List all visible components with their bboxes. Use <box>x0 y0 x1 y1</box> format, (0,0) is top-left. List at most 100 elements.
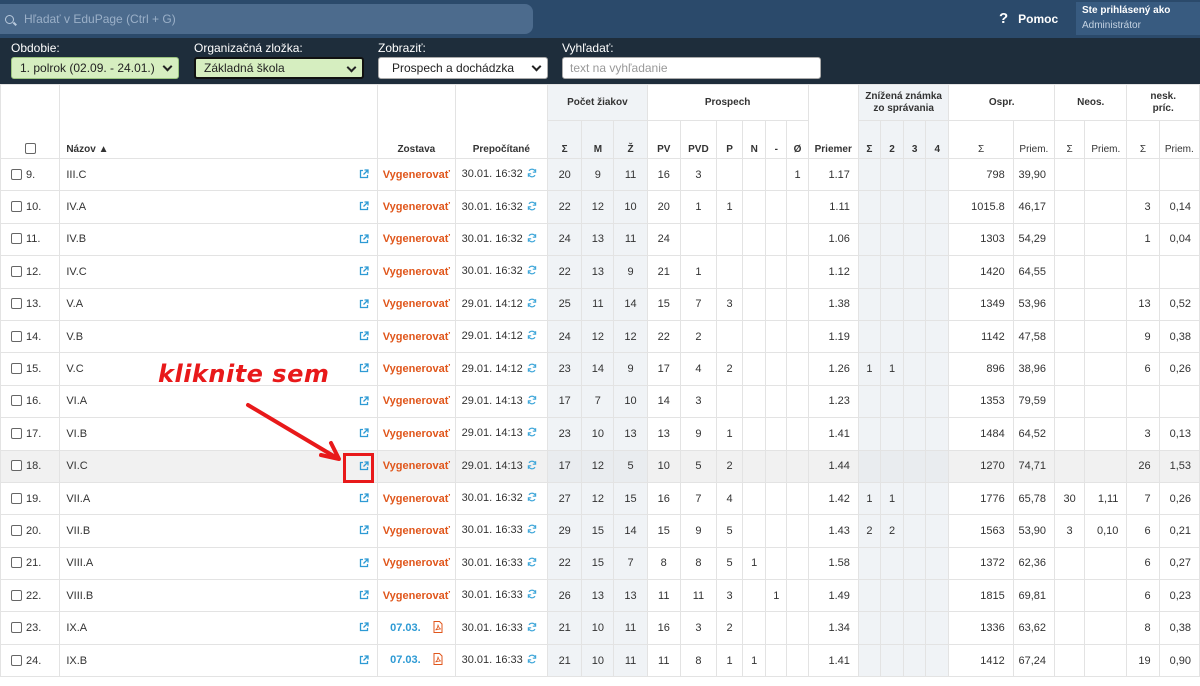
generate-report-link[interactable]: Vygenerovať <box>379 201 454 213</box>
generate-report-link[interactable]: Vygenerovať <box>379 525 454 537</box>
row-checkbox[interactable] <box>11 460 22 472</box>
open-external-icon[interactable] <box>359 298 369 309</box>
org-select[interactable]: Základná škola <box>194 57 364 79</box>
cell-s: 26 <box>547 579 583 613</box>
generate-report-link[interactable]: Vygenerovať <box>379 493 454 505</box>
late-group-line1: nesk. <box>1150 90 1176 102</box>
generate-report-link[interactable]: Vygenerovať <box>379 428 454 440</box>
row-checkbox[interactable] <box>11 524 22 536</box>
refresh-icon[interactable] <box>527 395 537 408</box>
generate-report-link[interactable]: Vygenerovať <box>379 590 454 602</box>
table-row[interactable]: 18. VI.C Vygenerovať 29.01. 14:13 17 12 5 10 5 2 1… <box>0 449 1200 483</box>
table-row[interactable]: 17. VI.B Vygenerovať 29.01. 14:13 23 10 13 13 9 1… <box>0 417 1200 451</box>
generate-report-link[interactable]: Vygenerovať <box>379 460 454 472</box>
cell-o <box>786 546 809 581</box>
refresh-icon[interactable] <box>527 233 537 246</box>
help-icon: ? <box>999 10 1009 27</box>
refresh-icon[interactable] <box>527 589 537 602</box>
row-checkbox[interactable] <box>11 363 22 375</box>
open-external-icon[interactable] <box>359 234 369 244</box>
table-row[interactable]: 14. V.B Vygenerovať 29.01. 14:12 24 12 12 22 2 1.… <box>0 319 1200 354</box>
generate-report-link[interactable]: Vygenerovať <box>379 331 454 343</box>
refresh-icon[interactable] <box>527 622 537 635</box>
refresh-icon[interactable] <box>527 363 537 376</box>
report-cell: Vygenerovať <box>377 157 456 192</box>
open-external-icon[interactable] <box>359 266 369 276</box>
refresh-icon[interactable] <box>527 427 537 440</box>
row-checkbox[interactable] <box>11 427 22 439</box>
refresh-icon[interactable] <box>527 168 537 181</box>
refresh-icon[interactable] <box>527 330 537 343</box>
cell-osum: 1303 <box>948 222 1014 257</box>
table-row[interactable]: 21. VIII.A Vygenerovať 30.01. 16:33 22 15 7 8 8 5… <box>0 546 1200 581</box>
table-row[interactable]: 24. IX.B 07.03. 30.01. 16:33 21 10 11 11 8 1 1 1.41… <box>0 643 1200 678</box>
row-checkbox[interactable] <box>11 168 22 180</box>
row-checkbox[interactable] <box>11 330 22 342</box>
generate-report-link[interactable]: Vygenerovať <box>379 298 454 310</box>
row-checkbox[interactable] <box>11 622 22 634</box>
table-row[interactable]: 11. IV.B Vygenerovať 30.01. 16:32 24 13 11 24 1.… <box>0 222 1200 257</box>
pdf-icon[interactable] <box>433 653 443 668</box>
row-checkbox[interactable] <box>11 589 22 601</box>
open-external-icon[interactable] <box>359 363 369 373</box>
refresh-icon[interactable] <box>527 298 537 311</box>
generate-report-link[interactable]: Vygenerovať <box>379 395 454 407</box>
open-external-icon[interactable] <box>359 169 369 179</box>
row-checkbox[interactable] <box>11 654 22 666</box>
generate-report-link[interactable]: Vygenerovať <box>379 266 454 278</box>
row-index-cell: 19. <box>0 481 61 516</box>
generate-report-link[interactable]: Vygenerovať <box>379 169 454 181</box>
pdf-icon[interactable] <box>433 620 443 636</box>
table-row[interactable]: 20. VII.B Vygenerovať 30.01. 16:33 29 15 14 15 9… <box>0 514 1200 548</box>
generate-report-link[interactable]: Vygenerovať <box>379 557 454 569</box>
recalc-cell: 30.01. 16:33 <box>454 579 549 613</box>
select-all-checkbox[interactable] <box>24 143 36 154</box>
global-search-input[interactable]: Hľadať v EduPage (Ctrl + G) <box>0 4 533 34</box>
open-external-icon[interactable] <box>359 331 369 341</box>
row-checkbox[interactable] <box>11 265 22 277</box>
open-external-icon[interactable] <box>359 396 369 406</box>
open-external-icon[interactable] <box>359 493 369 503</box>
show-select[interactable]: Prospech a dochádzka <box>378 57 548 79</box>
open-external-icon[interactable] <box>359 622 369 632</box>
refresh-icon[interactable] <box>527 524 537 537</box>
refresh-icon[interactable] <box>527 654 537 667</box>
open-external-icon[interactable] <box>359 558 369 568</box>
period-select[interactable]: 1. polrok (02.09. - 24.01.) <box>11 57 179 79</box>
search-input[interactable]: text na vyhľadanie <box>562 57 821 79</box>
user-menu[interactable]: Ste prihlásený ako Administrátor <box>1076 2 1200 35</box>
name-header[interactable]: Názov ▲ <box>59 84 379 159</box>
open-external-icon[interactable] <box>359 201 369 211</box>
report-date-link[interactable]: 07.03. <box>390 622 421 634</box>
row-checkbox[interactable] <box>11 557 22 569</box>
table-row[interactable]: 12. IV.C Vygenerovať 30.01. 16:32 22 13 9 21 1 1.… <box>0 255 1200 289</box>
report-date-link[interactable]: 07.03. <box>390 654 421 666</box>
table-row[interactable]: 10. IV.A Vygenerovať 30.01. 16:32 22 12 10 20 1 1… <box>0 190 1200 224</box>
refresh-icon[interactable] <box>527 460 537 473</box>
row-checkbox[interactable] <box>11 492 22 504</box>
table-row[interactable]: 23. IX.A 07.03. 30.01. 16:33 21 10 11 16 3 2 1.34 1… <box>0 611 1200 645</box>
row-checkbox[interactable] <box>11 233 22 245</box>
refresh-icon[interactable] <box>527 265 537 278</box>
help-button[interactable]: ? Pomoc <box>999 10 1058 27</box>
row-checkbox[interactable] <box>11 298 22 310</box>
chevron-down-icon <box>162 61 173 72</box>
refresh-icon[interactable] <box>527 492 537 505</box>
open-external-icon[interactable] <box>359 428 369 438</box>
refresh-icon[interactable] <box>527 557 537 570</box>
table-row[interactable]: 9. III.C Vygenerovať 30.01. 16:32 20 9 11 16 3 1 1… <box>0 157 1200 192</box>
refresh-icon[interactable] <box>527 201 537 214</box>
open-external-icon[interactable] <box>359 655 369 665</box>
table-row[interactable]: 16. VI.A Vygenerovať 29.01. 14:13 17 7 10 14 3 1.… <box>0 384 1200 419</box>
row-checkbox[interactable] <box>11 395 22 407</box>
open-external-icon[interactable] <box>359 590 369 600</box>
cell-b4 <box>925 643 950 678</box>
generate-report-link[interactable]: Vygenerovať <box>379 363 454 375</box>
row-checkbox[interactable] <box>11 201 22 213</box>
table-row[interactable]: 22. VIII.B Vygenerovať 30.01. 16:33 26 13 13 11… <box>0 579 1200 613</box>
open-external-icon[interactable] <box>359 525 369 535</box>
cell-navg <box>1084 579 1128 613</box>
table-row[interactable]: 13. V.A Vygenerovať 29.01. 14:12 25 11 14 15 7 3 1… <box>0 287 1200 321</box>
table-row[interactable]: 19. VII.A Vygenerovať 30.01. 16:32 27 12 15 16 7… <box>0 481 1200 516</box>
generate-report-link[interactable]: Vygenerovať <box>379 233 454 245</box>
